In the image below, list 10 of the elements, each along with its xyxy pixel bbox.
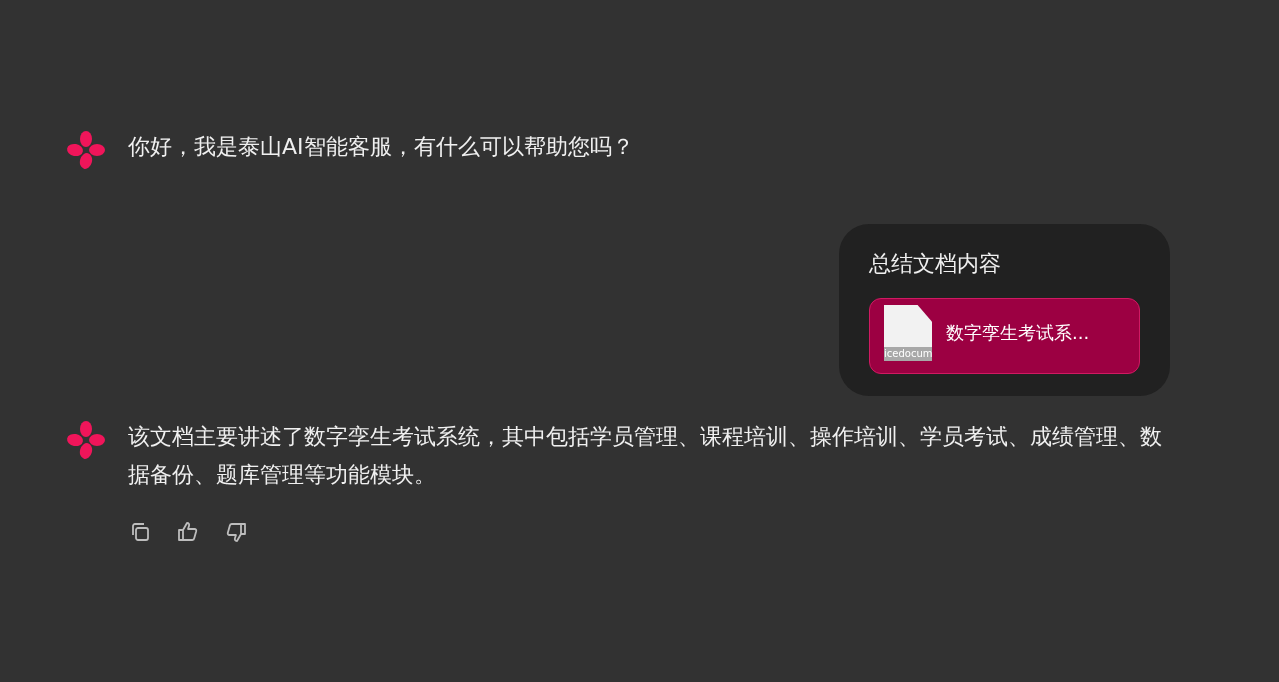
message-text: 你好，我是泰山AI智能客服，有什么可以帮助您吗？ (128, 133, 634, 161)
message-text: 总结文档内容 (869, 250, 1002, 278)
logo-icon (66, 130, 106, 170)
file-name: 数字孪生考试系... (946, 321, 1090, 345)
thumbs-up-icon[interactable] (176, 520, 200, 544)
message-text: 该文档主要讲述了数字孪生考试系统，其中包括学员管理、课程培训、操作培训、学员考试、成绩管理、数据备份、题库管理等功能模块。 (128, 423, 1163, 489)
file-card[interactable]: icedocum 数字孪生考试系... (869, 298, 1140, 374)
file-type-label: icedocum (884, 347, 932, 361)
thumbs-down-icon[interactable] (224, 520, 248, 544)
logo-icon (66, 420, 106, 460)
